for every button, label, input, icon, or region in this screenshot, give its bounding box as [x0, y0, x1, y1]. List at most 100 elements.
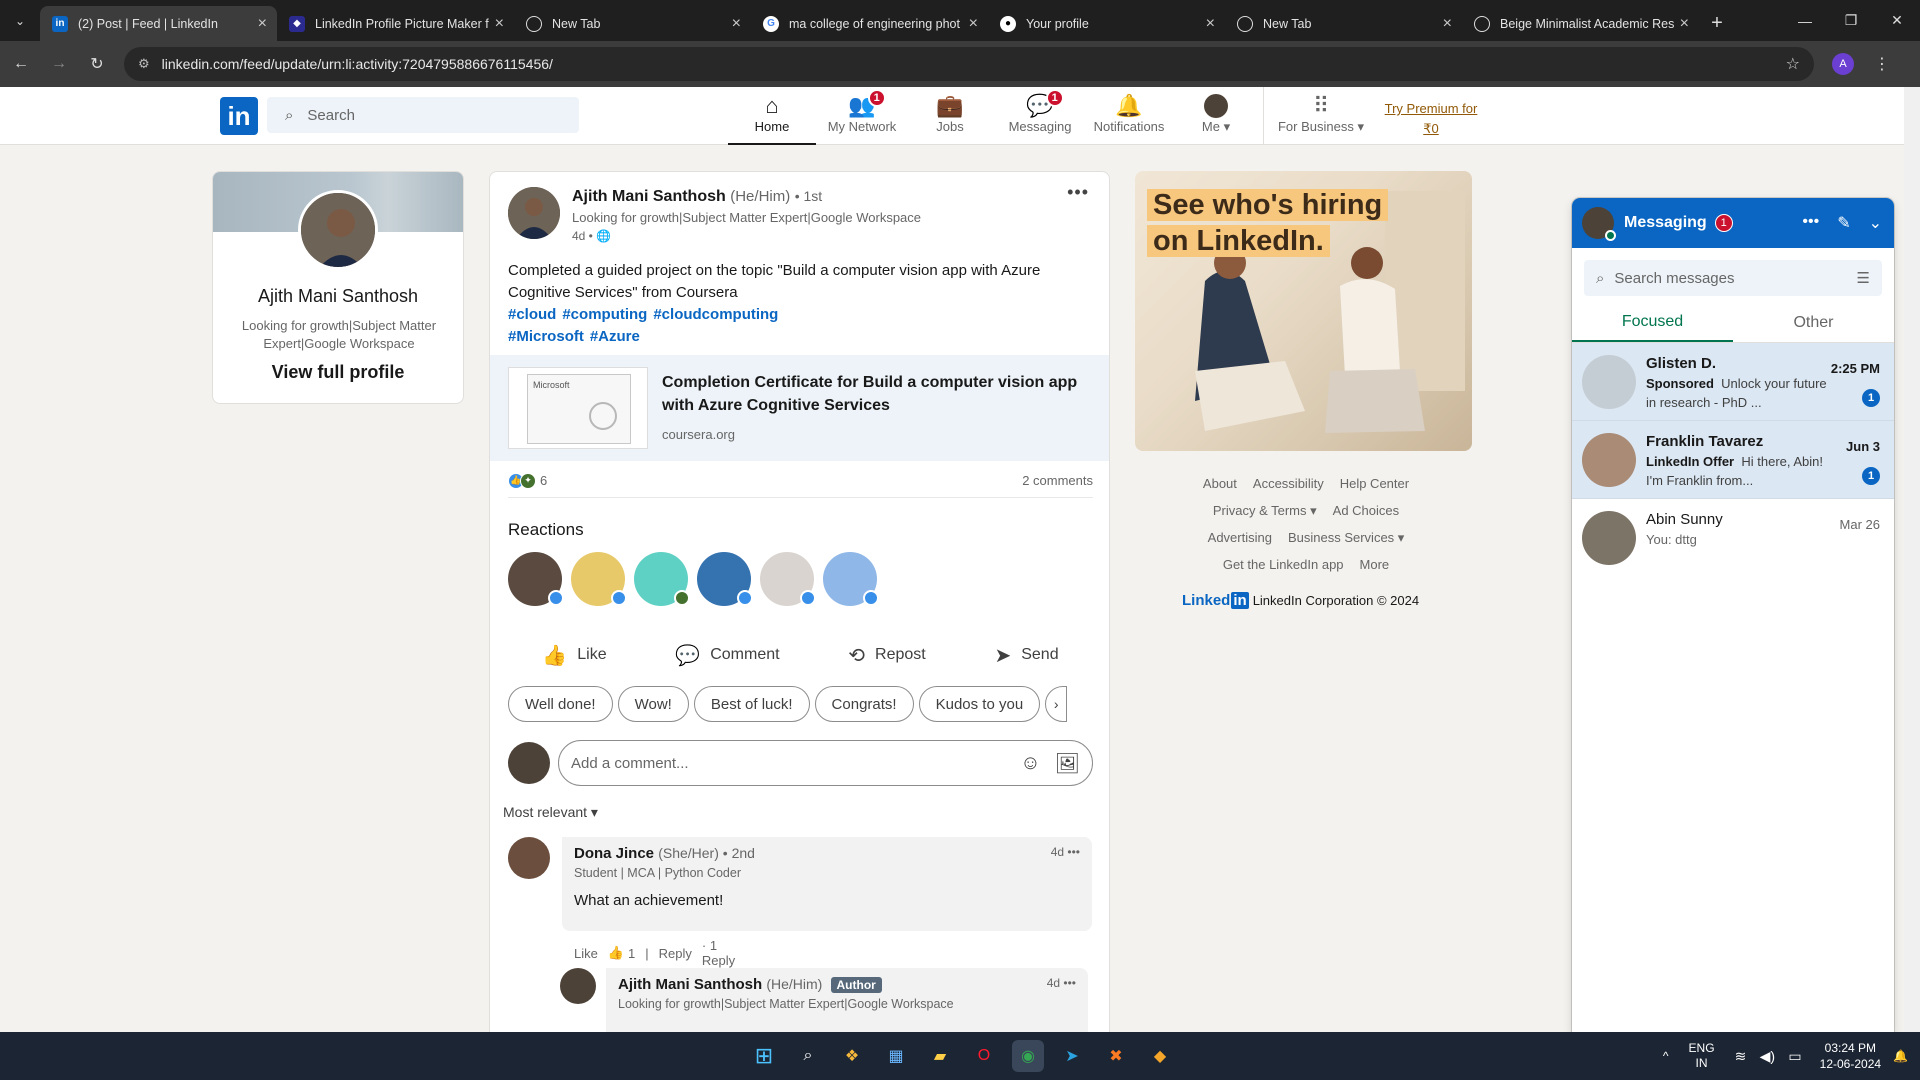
like-button[interactable]: 👍 Like: [542, 643, 606, 668]
back-icon[interactable]: ←: [4, 47, 38, 81]
nav-my-network[interactable]: 👥 1 My Network: [818, 89, 906, 145]
close-tab-icon[interactable]: ×: [969, 15, 978, 33]
sort-dropdown[interactable]: Most relevant ▾: [503, 804, 598, 821]
xampp-icon[interactable]: ✖: [1100, 1040, 1132, 1072]
chevron-down-icon[interactable]: ⌄: [1869, 213, 1882, 233]
nav-home[interactable]: ⌂ Home: [728, 93, 816, 145]
hiring-ad[interactable]: See who's hiring on LinkedIn.: [1135, 171, 1472, 451]
reload-icon[interactable]: ↻: [80, 47, 114, 81]
nav-messaging[interactable]: 💬 1 Messaging: [996, 89, 1084, 145]
reaction-count[interactable]: 6: [540, 473, 547, 488]
conversation-item[interactable]: Franklin Tavarez LinkedIn Offer Hi there…: [1572, 421, 1894, 499]
nav-me[interactable]: Me ▾: [1190, 93, 1242, 145]
tab-new-tab-2[interactable]: New Tab ×: [1225, 6, 1462, 41]
avatar[interactable]: [571, 552, 627, 606]
tab-github-profile[interactable]: ● Your profile ×: [988, 6, 1225, 41]
windows-start-icon[interactable]: ⊞: [748, 1040, 780, 1072]
comment-like-button[interactable]: Like: [574, 946, 598, 961]
avatar[interactable]: [634, 552, 690, 606]
comment-button[interactable]: 💬 Comment: [675, 643, 779, 668]
footer-link[interactable]: Help Center: [1340, 476, 1409, 491]
close-tab-icon[interactable]: ×: [495, 15, 504, 33]
view-replies-link[interactable]: · 1 Reply: [702, 938, 735, 968]
opera-icon[interactable]: O: [968, 1040, 1000, 1072]
language-indicator[interactable]: ENG IN: [1689, 1041, 1715, 1071]
chevron-right-icon[interactable]: ›: [1045, 686, 1068, 722]
wifi-icon[interactable]: ≋: [1735, 1048, 1747, 1064]
post-author[interactable]: Ajith Mani Santhosh (He/Him) • 1st: [572, 188, 822, 206]
quick-reply-button[interactable]: Congrats!: [814, 686, 914, 722]
avatar[interactable]: [508, 837, 550, 879]
bookmark-star-icon[interactable]: ☆: [1786, 54, 1800, 74]
view-full-profile-link[interactable]: View full profile: [213, 362, 463, 383]
link-preview[interactable]: Microsoft Completion Certificate for Bui…: [490, 355, 1109, 461]
hashtag-link[interactable]: #computing: [562, 306, 647, 323]
footer-link[interactable]: Business Services ▾: [1288, 530, 1404, 545]
comment-reply-button[interactable]: Reply: [659, 946, 692, 961]
clock[interactable]: 03:24 PM 12-06-2024: [1820, 1040, 1881, 1072]
browser-menu-icon[interactable]: ⋮: [1874, 54, 1890, 74]
avatar[interactable]: [697, 552, 753, 606]
forward-icon[interactable]: →: [42, 47, 76, 81]
messaging-header[interactable]: Messaging 1 ••• ✎ ⌄: [1572, 198, 1894, 248]
more-options-icon[interactable]: •••: [1067, 182, 1089, 203]
emoji-icon[interactable]: ☺: [1020, 752, 1040, 775]
linkedin-logo[interactable]: in: [220, 97, 258, 135]
app-icon[interactable]: ◆: [1144, 1040, 1176, 1072]
filter-icon[interactable]: ☰: [1857, 269, 1870, 287]
more-options-icon[interactable]: •••: [1802, 213, 1819, 233]
tab-other[interactable]: Other: [1733, 304, 1894, 342]
url-field[interactable]: ⚙ linkedin.com/feed/update/urn:li:activi…: [124, 47, 1814, 81]
avatar[interactable]: [508, 187, 560, 239]
avatar[interactable]: [508, 552, 564, 606]
search-messages-input[interactable]: ⌕ Search messages ☰: [1584, 260, 1882, 296]
quick-reply-button[interactable]: Kudos to you: [918, 686, 1041, 722]
nav-for-business[interactable]: ⠿ For Business ▾: [1266, 93, 1376, 145]
footer-link[interactable]: Ad Choices: [1333, 503, 1399, 518]
conversation-item[interactable]: Glisten D. Sponsored Unlock your future …: [1572, 343, 1894, 421]
minimize-icon[interactable]: —: [1782, 0, 1828, 41]
search-icon[interactable]: ⌕: [792, 1040, 824, 1072]
page-scrollbar[interactable]: [1904, 87, 1920, 1032]
footer-link[interactable]: Advertising: [1208, 530, 1272, 545]
nav-notifications[interactable]: 🔔 Notifications: [1083, 93, 1175, 145]
repost-button[interactable]: ⟲ Repost: [848, 643, 925, 668]
footer-link[interactable]: Accessibility: [1253, 476, 1324, 491]
site-info-icon[interactable]: ⚙: [138, 56, 150, 72]
file-explorer-icon[interactable]: ▰: [924, 1040, 956, 1072]
compose-icon[interactable]: ✎: [1837, 213, 1850, 233]
hashtag-link[interactable]: #Microsoft: [508, 328, 584, 345]
telegram-icon[interactable]: ➤: [1056, 1040, 1088, 1072]
hashtag-link[interactable]: #cloudcomputing: [653, 306, 778, 323]
close-tab-icon[interactable]: ×: [1680, 15, 1689, 33]
more-options-icon[interactable]: •••: [1063, 976, 1076, 990]
avatar[interactable]: [298, 190, 378, 270]
widgets-icon[interactable]: ❖: [836, 1040, 868, 1072]
store-icon[interactable]: ▦: [880, 1040, 912, 1072]
footer-link[interactable]: More: [1360, 557, 1390, 572]
new-tab-button[interactable]: +: [1699, 6, 1735, 41]
tab-focused[interactable]: Focused: [1572, 304, 1733, 342]
quick-reply-button[interactable]: Well done!: [508, 686, 613, 722]
footer-link[interactable]: Privacy & Terms ▾: [1213, 503, 1317, 518]
tab-academic[interactable]: Beige Minimalist Academic Res ×: [1462, 6, 1699, 41]
footer-link[interactable]: Get the LinkedIn app: [1223, 557, 1344, 572]
comment-input[interactable]: Add a comment... ☺ 🖼: [558, 740, 1093, 786]
reaction-icons[interactable]: 👍 ✦: [508, 472, 536, 489]
volume-icon[interactable]: ◀): [1760, 1048, 1775, 1064]
profile-name[interactable]: Ajith Mani Santhosh: [213, 286, 463, 307]
avatar[interactable]: [823, 552, 879, 606]
close-tab-icon[interactable]: ×: [732, 15, 741, 33]
image-icon[interactable]: 🖼: [1055, 751, 1080, 776]
send-button[interactable]: ➤ Send: [994, 643, 1058, 668]
close-window-icon[interactable]: ✕: [1874, 0, 1920, 41]
close-tab-icon[interactable]: ×: [1443, 15, 1452, 33]
tab-search-icon[interactable]: ⌄: [0, 0, 40, 41]
avatar[interactable]: [560, 968, 596, 1004]
tab-new-tab[interactable]: New Tab ×: [514, 6, 751, 41]
chrome-icon[interactable]: ◉: [1012, 1040, 1044, 1072]
tab-google-search[interactable]: G ma college of engineering phot ×: [751, 6, 988, 41]
battery-icon[interactable]: ▭: [1788, 1048, 1801, 1064]
quick-reply-button[interactable]: Best of luck!: [693, 686, 810, 722]
try-premium-link[interactable]: Try Premium for ₹0: [1376, 99, 1486, 139]
